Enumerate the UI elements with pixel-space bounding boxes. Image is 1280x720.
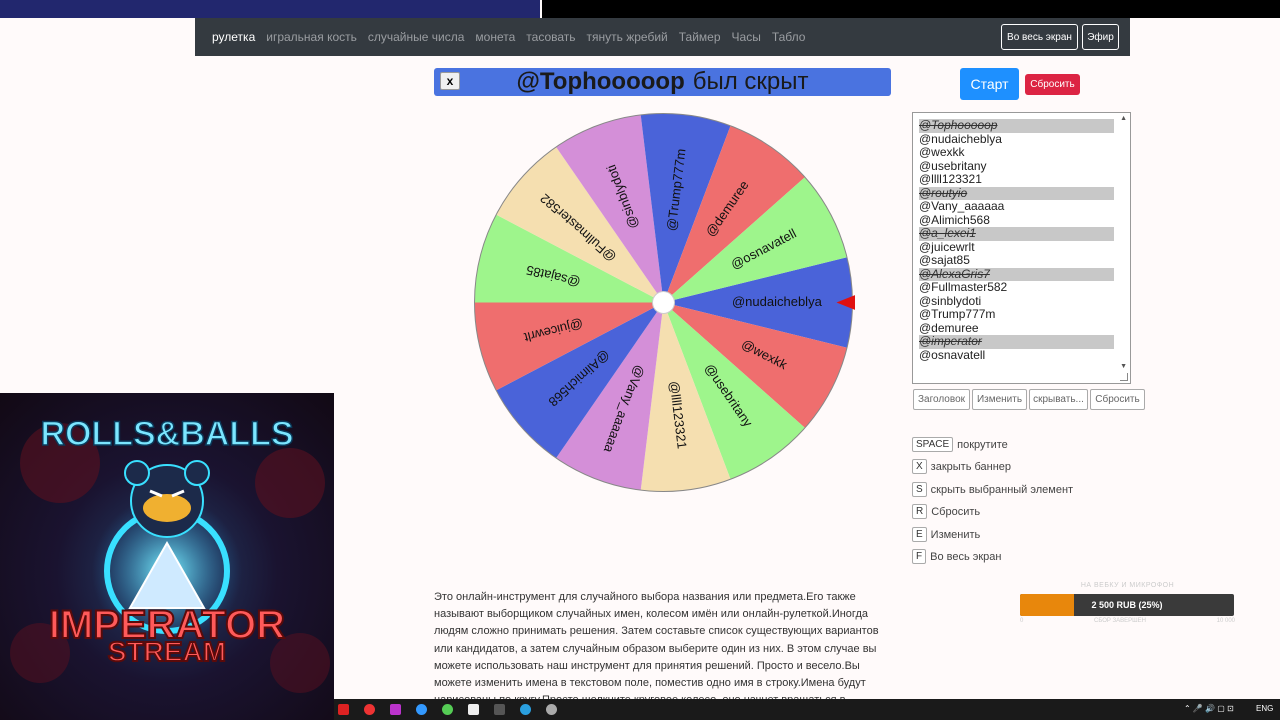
result-banner: x @Tophooooop был скрыт (434, 68, 891, 96)
banner-close-button[interactable]: x (440, 72, 460, 90)
roulette-wheel[interactable]: @nudaicheblya@wexkk@usebritany@llll12332… (472, 111, 855, 494)
name-line[interactable]: @usebritany (919, 159, 1114, 174)
reset-button[interactable]: Сбросить (1025, 74, 1080, 95)
scroll-up-icon[interactable]: ▲ (1120, 115, 1127, 122)
banner-winner-name: @Tophooooop (516, 68, 685, 95)
shortcut-label: покрутите (957, 438, 1008, 451)
name-line[interactable]: @llll123321 (919, 172, 1114, 187)
obs-icon[interactable] (546, 704, 557, 715)
nav-random-numbers[interactable]: случайные числа (368, 30, 465, 44)
shortcut-label: скрыть выбранный элемент (930, 483, 1074, 496)
start-button[interactable]: Старт (960, 68, 1019, 100)
list-buttons: Заголовок Изменить скрывать... Сбросить (913, 389, 1145, 410)
donation-min: 0 (1020, 618, 1024, 624)
shortcut-label: Изменить (930, 528, 981, 541)
name-line[interactable]: @Trump777m (919, 307, 1114, 322)
app-icon[interactable] (494, 704, 505, 715)
shortcut-f: F Во весь экран (912, 549, 1001, 564)
yandex-browser-icon[interactable] (468, 704, 479, 715)
shortcut-label: закрыть баннер (930, 460, 1012, 473)
language-indicator[interactable]: ENG (1256, 704, 1273, 713)
nav-dice[interactable]: игральная кость (266, 30, 357, 44)
donation-title: НА ВЕБКУ И МИКРОФОН (1080, 582, 1175, 589)
donation-status: СБОР ЗАВЕРШЕН (1093, 618, 1146, 624)
names-textarea[interactable]: @Tophooooop @nudaicheblya @wexkk @usebritan… (912, 112, 1131, 384)
name-line[interactable]: @sinblydoti (919, 294, 1114, 309)
app-icon[interactable] (390, 704, 401, 715)
hide-button[interactable]: скрывать... (1029, 389, 1088, 410)
donation-progress-bar: 2 500 RUB (25%) (1020, 594, 1234, 616)
nav-shuffle[interactable]: тасовать (526, 30, 575, 44)
shortcut-e: E Изменить (912, 527, 980, 542)
stream-line2: STREAM (108, 636, 226, 667)
windows-taskbar: ⌃ 🎤 🔊 ▢ ⊡ ENG (334, 699, 1280, 720)
resize-grip-icon[interactable] (1120, 373, 1128, 381)
key-e: E (912, 527, 927, 542)
stream-top-strip (0, 0, 540, 18)
stream-overlay-panel: ROLLS&BALLS IMPERATOR STREAM (0, 393, 334, 720)
hidden-name-line[interactable]: @AlexaGris7 (919, 267, 1114, 281)
stream-top-black-strip (542, 0, 1280, 18)
shortcut-s: S скрыть выбранный элемент (912, 482, 1073, 497)
live-button[interactable]: Эфир (1082, 24, 1119, 50)
wheel-segment-label: @nudaicheblya (732, 294, 823, 309)
name-line[interactable]: @juicewrlt (919, 240, 1114, 255)
description-text: Это онлайн-инструмент для случайного выб… (434, 591, 879, 706)
nav-roulette[interactable]: рулетка (212, 30, 255, 44)
name-line[interactable]: @nudaicheblya (919, 132, 1114, 147)
nav-draw-lots[interactable]: тянуть жребий (587, 30, 668, 44)
nav-timer[interactable]: Таймер (679, 30, 721, 44)
scroll-down-icon[interactable]: ▼ (1120, 363, 1127, 370)
donation-goal-widget: НА ВЕБКУ И МИКРОФОН 2 500 RUB (25%) 0 СБ… (1020, 582, 1235, 624)
name-line[interactable]: @Fullmaster582 (919, 280, 1114, 295)
top-navbar: рулетка игральная кость случайные числа … (195, 18, 1130, 56)
banner-status-text: был скрыт (692, 68, 809, 95)
hidden-name-line[interactable]: @imperator (919, 334, 1114, 349)
telegram-icon[interactable] (520, 704, 531, 715)
app-icon[interactable] (416, 704, 427, 715)
name-line[interactable]: @Alimich568 (919, 213, 1114, 228)
shortcut-r: R Сбросить (912, 504, 980, 519)
name-line[interactable]: @osnavatell (919, 348, 1114, 363)
hidden-name-line[interactable]: @Tophooooop (919, 118, 1114, 133)
key-s: S (912, 482, 927, 497)
name-line[interactable]: @demuree (919, 321, 1114, 336)
nav-coin[interactable]: монета (475, 30, 515, 44)
donation-max: 10 000 (1216, 618, 1235, 624)
shortcut-space: SPACE покрутите (912, 437, 1008, 452)
name-line[interactable]: @wexkk (919, 145, 1114, 160)
hidden-name-line[interactable]: @routyio (919, 186, 1114, 200)
key-f: F (912, 549, 927, 564)
app-icon[interactable] (442, 704, 453, 715)
hidden-name-line[interactable]: @a_lexei1 (919, 226, 1114, 241)
yandex-icon[interactable] (338, 704, 349, 715)
stream-title: ROLLS&BALLS (40, 415, 293, 453)
edit-button[interactable]: Изменить (972, 389, 1027, 410)
shortcut-label: Сбросить (931, 505, 981, 518)
shortcut-x: X закрыть баннер (912, 459, 1011, 474)
stream-logo-art: ROLLS&BALLS IMPERATOR STREAM (10, 414, 330, 693)
fullscreen-button[interactable]: Во весь экран (1001, 24, 1078, 50)
title-button[interactable]: Заголовок (913, 389, 970, 410)
wheel-hub (652, 291, 675, 314)
key-x: X (912, 459, 927, 474)
key-space: SPACE (912, 437, 954, 452)
nav-scoreboard[interactable]: Табло (772, 30, 806, 44)
opera-icon[interactable] (364, 704, 375, 715)
name-line[interactable]: @Vany_aaaaaa (919, 199, 1114, 214)
tray-icons[interactable]: ⌃ 🎤 🔊 ▢ ⊡ (1184, 704, 1234, 713)
donation-amount: 2 500 RUB (25%) (1091, 600, 1163, 610)
list-reset-button[interactable]: Сбросить (1090, 389, 1145, 410)
shortcut-label: Во весь экран (930, 550, 1002, 563)
name-line[interactable]: @sajat85 (919, 253, 1114, 268)
nav-clock[interactable]: Часы (732, 30, 761, 44)
key-r: R (912, 504, 928, 519)
